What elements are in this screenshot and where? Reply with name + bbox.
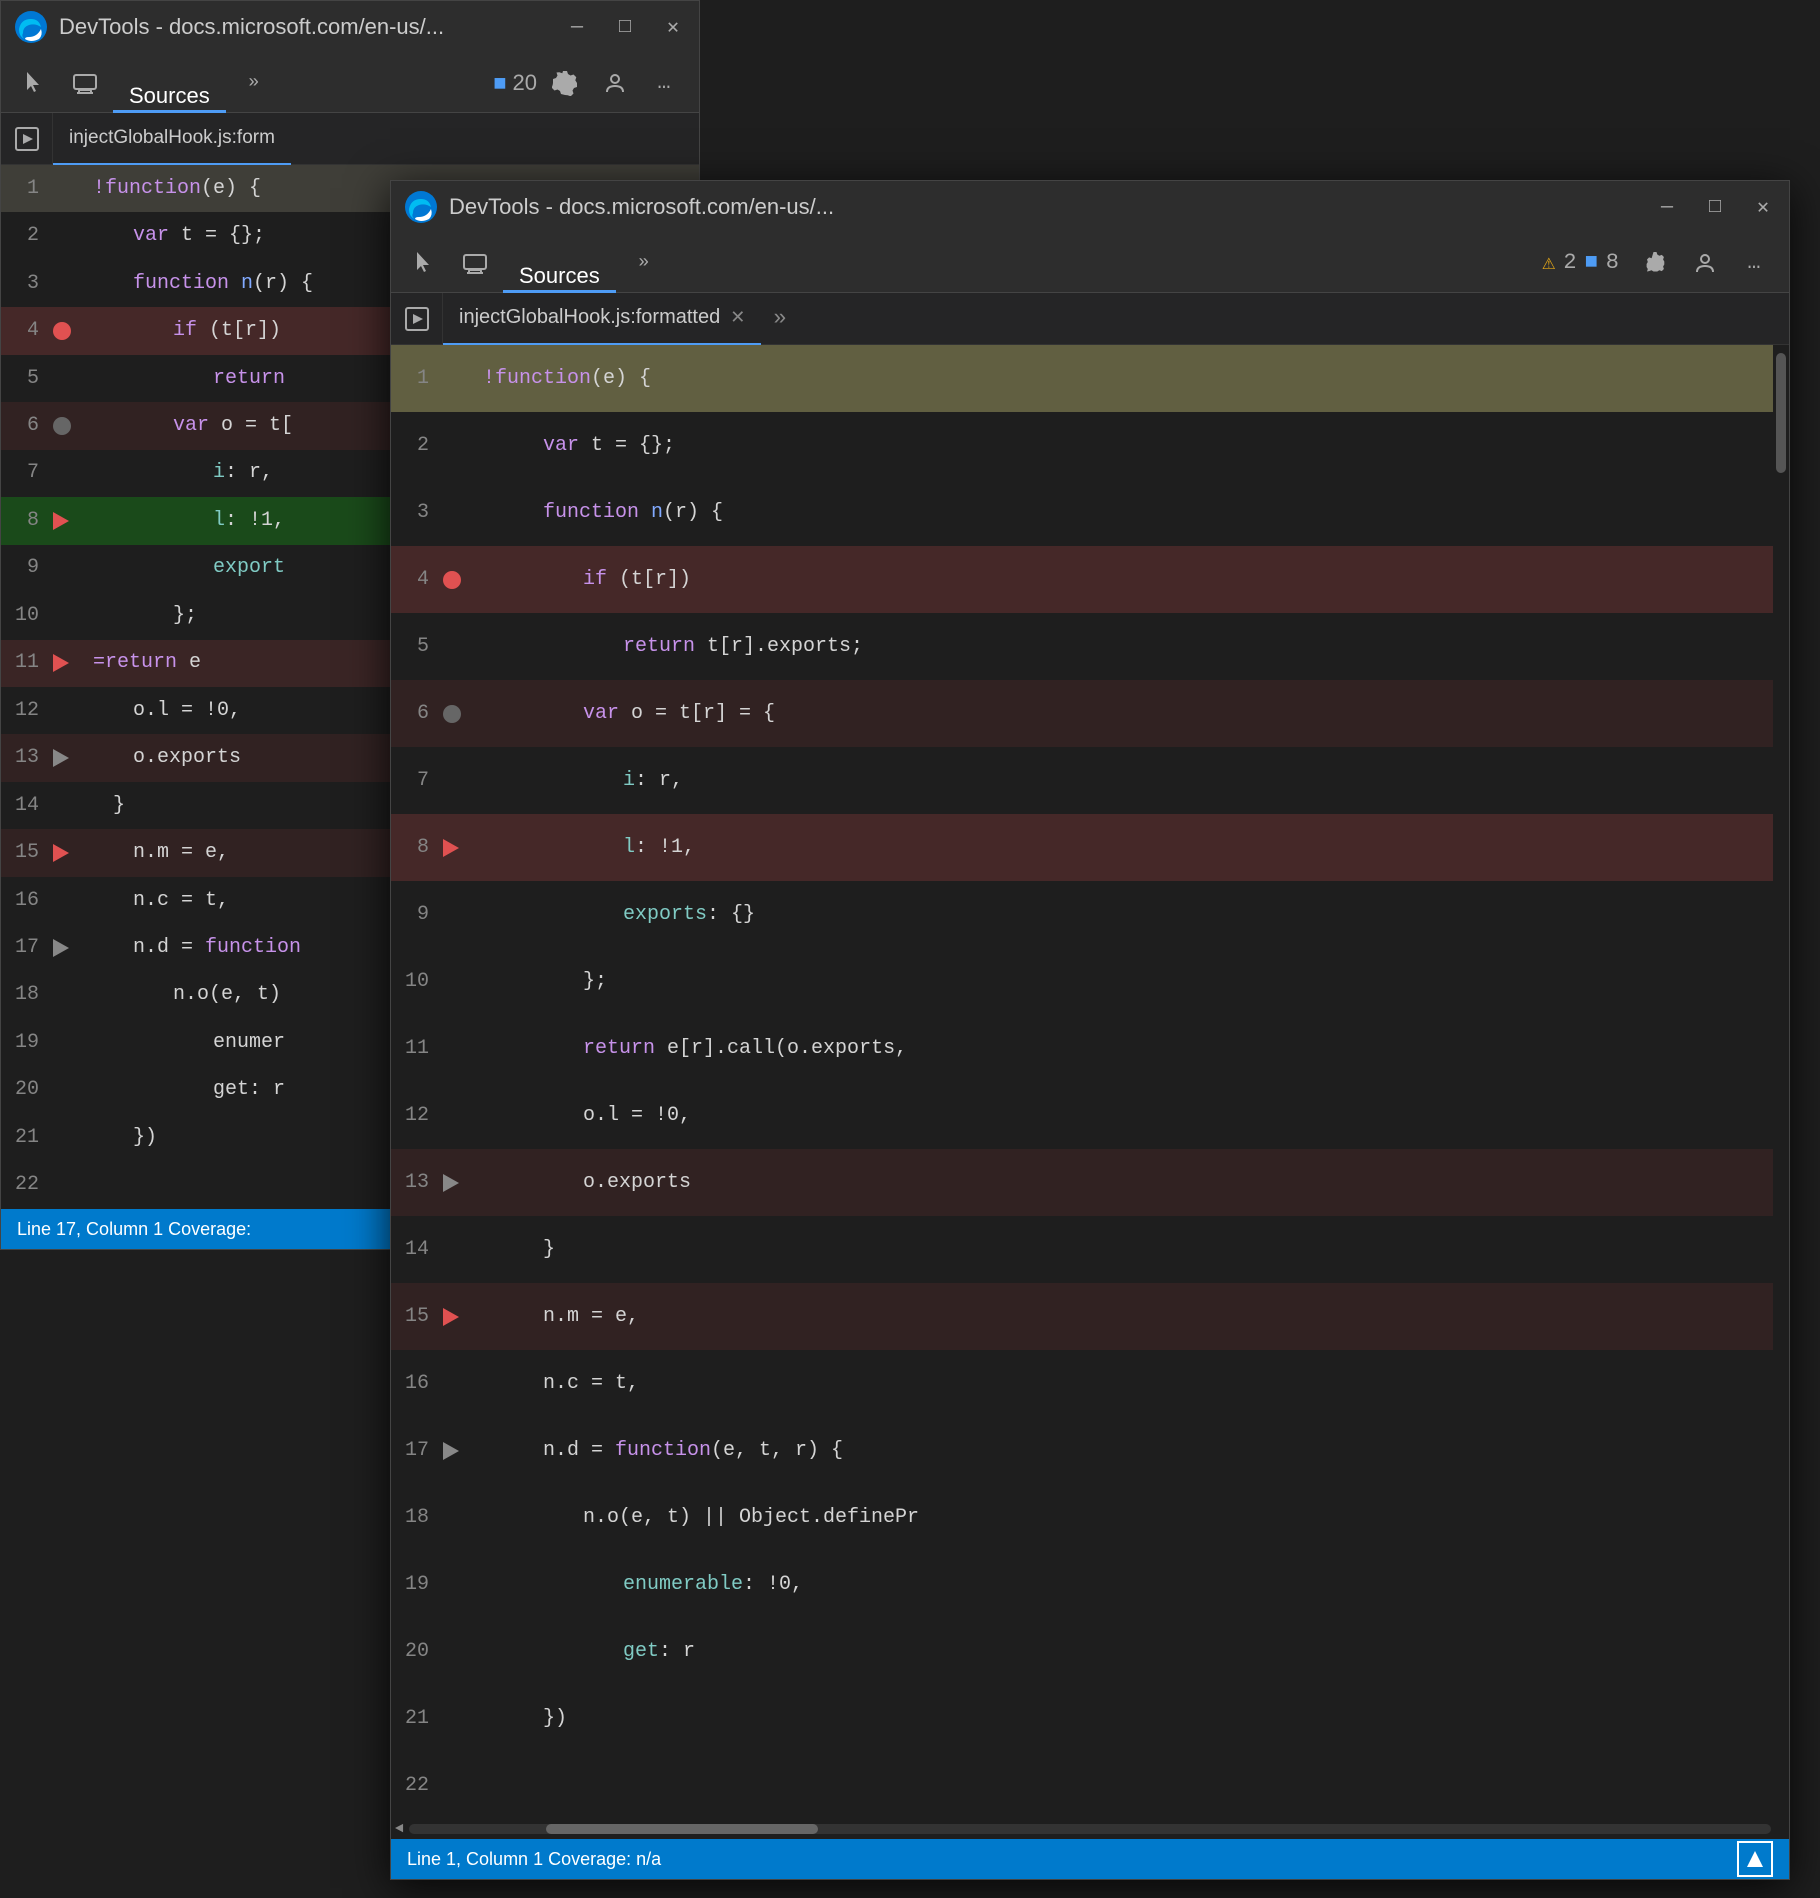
w2-code-line-21: 21 }) — [391, 1685, 1789, 1752]
warn-count: 2 — [1563, 250, 1576, 275]
w2-code-line-19: 19 enumerable: !0, — [391, 1551, 1789, 1618]
window-controls-1: — □ ✕ — [563, 13, 687, 41]
code-editor-2: 1 !function(e) { 2 var t = {}; — [391, 345, 1789, 1819]
scrollbar-thumb[interactable] — [1776, 353, 1786, 473]
w2-code-line-11: 11 return e[r].call(o.exports, — [391, 1015, 1789, 1082]
w2-code-line-5: 5 return t[r].exports; — [391, 613, 1789, 680]
more-options-icon-1[interactable]: … — [643, 61, 687, 105]
badge-area-1: ■ 20 — [493, 70, 537, 96]
run-icon-1[interactable] — [1, 113, 53, 165]
file-tab-close-2[interactable]: ✕ — [730, 307, 745, 328]
maximize-button-1[interactable]: □ — [611, 13, 639, 41]
w2-code-line-10: 10 }; — [391, 948, 1789, 1015]
line-num: 1 — [1, 165, 53, 212]
w2-code-line-8: 8 l: !1, — [391, 814, 1789, 881]
msg-count: 8 — [1606, 250, 1619, 275]
devtools-window-2: DevTools - docs.microsoft.com/en-us/... … — [390, 180, 1790, 1880]
line-num: 1 — [391, 345, 443, 412]
w2-code-line-13: 13 o.exports — [391, 1149, 1789, 1216]
w2-code-line-16: 16 n.c = t, — [391, 1350, 1789, 1417]
horizontal-scrollbar[interactable]: ◄ ► — [391, 1819, 1789, 1839]
tab-sources-1[interactable]: Sources — [113, 53, 226, 113]
window-controls-2: — □ ✕ — [1653, 193, 1777, 221]
w2-code-line-2: 2 var t = {}; — [391, 412, 1789, 479]
w2-code-line-7: 7 i: r, — [391, 747, 1789, 814]
file-tab-more-2[interactable]: » — [761, 306, 798, 331]
more-tabs-icon-2[interactable]: » — [622, 241, 666, 285]
titlebar-2: DevTools - docs.microsoft.com/en-us/... … — [391, 181, 1789, 233]
status-icon-2[interactable] — [1737, 1841, 1773, 1877]
line-num: 2 — [1, 212, 53, 259]
cursor-icon-2[interactable] — [403, 241, 447, 285]
w2-code-line-15: 15 n.m = e, — [391, 1283, 1789, 1350]
file-tab-bar-1: injectGlobalHook.js:form — [1, 113, 699, 165]
close-button-2[interactable]: ✕ — [1749, 193, 1777, 221]
scroll-left-icon[interactable]: ◄ — [395, 1821, 403, 1837]
w2-code-line-3: 3 function n(r) { — [391, 479, 1789, 546]
device-icon[interactable] — [63, 61, 107, 105]
w2-code-line-20: 20 get: r — [391, 1618, 1789, 1685]
w2-code-line-17: 17 n.d = function(e, t, r) { — [391, 1417, 1789, 1484]
badge-count: 20 — [513, 70, 537, 96]
w2-code-line-6: 6 var o = t[r] = { — [391, 680, 1789, 747]
more-options-icon-2[interactable]: … — [1733, 241, 1777, 285]
cursor-icon[interactable] — [13, 61, 57, 105]
vertical-scrollbar[interactable] — [1773, 345, 1789, 1819]
toolbar-1: Sources » ■ 20 … — [1, 53, 699, 113]
more-tabs-icon-1[interactable]: » — [232, 61, 276, 105]
w2-code-line-4: 4 if (t[r]) — [391, 546, 1789, 613]
bp-col — [53, 165, 89, 212]
file-tab-2[interactable]: injectGlobalHook.js:formatted ✕ — [443, 293, 761, 345]
file-tab-1[interactable]: injectGlobalHook.js:form — [53, 113, 291, 165]
code-content: !function(e) { — [479, 345, 1789, 412]
message-icon: ■ — [1585, 250, 1598, 275]
minimize-button-1[interactable]: — — [563, 13, 591, 41]
maximize-button-2[interactable]: □ — [1701, 193, 1729, 221]
titlebar-1: DevTools - docs.microsoft.com/en-us/... … — [1, 1, 699, 53]
window-title-1: DevTools - docs.microsoft.com/en-us/... — [59, 14, 553, 40]
edge-logo-icon — [13, 9, 49, 45]
h-scrollbar-track[interactable] — [409, 1824, 1770, 1834]
w2-code-line-22: 22 — [391, 1752, 1789, 1819]
w2-code-line-9: 9 exports: {} — [391, 881, 1789, 948]
w2-code-line-1: 1 !function(e) { — [391, 345, 1789, 412]
user-icon-2[interactable] — [1683, 241, 1727, 285]
settings-icon-2[interactable] — [1633, 241, 1677, 285]
file-tab-bar-2: injectGlobalHook.js:formatted ✕ » — [391, 293, 1789, 345]
tab-sources-2[interactable]: Sources — [503, 233, 616, 293]
edge-logo-icon-2 — [403, 189, 439, 225]
status-text-1: Line 17, Column 1 Coverage: — [17, 1219, 251, 1240]
toolbar-2: Sources » ⚠ 2 ■ 8 … — [391, 233, 1789, 293]
close-button-1[interactable]: ✕ — [659, 13, 687, 41]
status-bar-2: Line 1, Column 1 Coverage: n/a — [391, 1839, 1789, 1879]
status-text-2: Line 1, Column 1 Coverage: n/a — [407, 1849, 661, 1870]
settings-icon-1[interactable] — [543, 61, 587, 105]
file-tab-label-1: injectGlobalHook.js:form — [69, 127, 275, 149]
h-scrollbar-thumb[interactable] — [546, 1824, 818, 1834]
minimize-button-2[interactable]: — — [1653, 193, 1681, 221]
w2-code-line-12: 12 o.l = !0, — [391, 1082, 1789, 1149]
warning-icon: ⚠ — [1542, 250, 1555, 276]
w2-code-line-14: 14 } — [391, 1216, 1789, 1283]
window-title-2: DevTools - docs.microsoft.com/en-us/... — [449, 194, 1643, 220]
device-icon-2[interactable] — [453, 241, 497, 285]
run-icon-2[interactable] — [391, 293, 443, 345]
file-tab-label-2: injectGlobalHook.js:formatted — [459, 306, 720, 329]
w2-code-line-18: 18 n.o(e, t) || Object.definePr — [391, 1484, 1789, 1551]
user-icon-1[interactable] — [593, 61, 637, 105]
bp-col — [443, 345, 479, 412]
